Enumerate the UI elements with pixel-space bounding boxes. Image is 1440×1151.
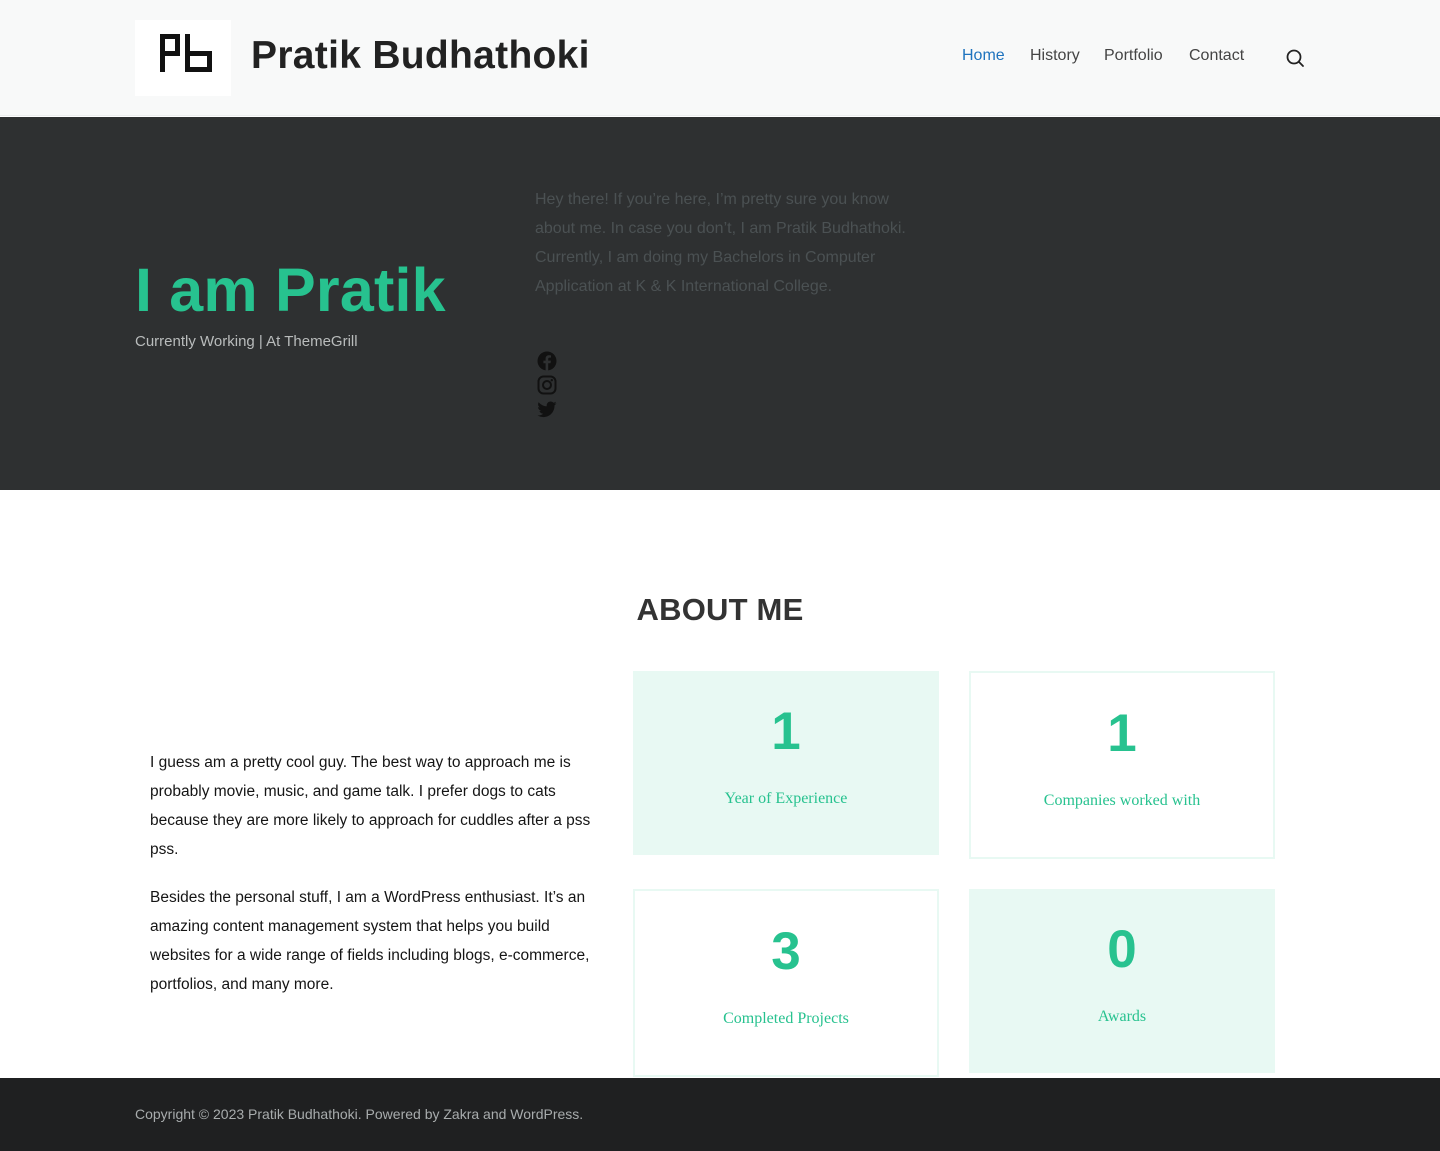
search-icon[interactable] — [1284, 47, 1306, 69]
about-paragraph-1: I guess am a pretty cool guy. The best w… — [150, 754, 591, 858]
nav-item-history[interactable]: History — [1030, 47, 1080, 65]
stat-number: 1 — [1107, 704, 1137, 763]
hero-subheading: Currently Working | At ThemeGrill — [135, 333, 358, 350]
nav-item-contact[interactable]: Contact — [1189, 47, 1244, 65]
stat-label: Awards — [1097, 1008, 1147, 1025]
stat-label: Year of Experience — [724, 790, 848, 807]
twitter-icon[interactable] — [536, 398, 558, 420]
logo-mark — [160, 34, 212, 72]
stat-card-experience: 1 Year of Experience — [633, 671, 939, 855]
stat-card-projects: 3 Completed Projects — [633, 889, 939, 1077]
hero-intro-text: Hey there! If you’re here, I’m pretty su… — [535, 191, 906, 295]
stat-card-companies: 1 Companies worked with — [969, 671, 1275, 859]
site-footer: Copyright © 2023 Pratik Budhathoki. Powe… — [0, 1078, 1440, 1151]
nav-item-home[interactable]: Home — [962, 47, 1005, 65]
footer-copyright: Copyright © 2023 Pratik Budhathoki. Powe… — [135, 1106, 584, 1122]
about-paragraph-2: Besides the personal stuff, I am a WordP… — [150, 889, 590, 993]
about-title: ABOUT ME — [636, 592, 804, 627]
stat-number: 0 — [1107, 920, 1137, 979]
stat-number: 3 — [771, 922, 801, 981]
hero-section: I am Pratik Currently Working | At Theme… — [0, 117, 1440, 490]
instagram-icon[interactable] — [536, 374, 558, 396]
site-header: Pratik Budhathoki Home History Portfolio… — [0, 0, 1440, 116]
stat-card-awards: 0 Awards — [969, 889, 1275, 1073]
hero-heading: I am Pratik — [135, 256, 446, 324]
stat-label: Completed Projects — [723, 1010, 849, 1027]
stat-label: Companies worked with — [1043, 792, 1201, 809]
nav-item-portfolio[interactable]: Portfolio — [1104, 47, 1163, 65]
site-title[interactable]: Pratik Budhathoki — [251, 34, 590, 78]
stat-number: 1 — [771, 702, 801, 761]
facebook-icon[interactable] — [536, 350, 558, 372]
site-logo[interactable] — [135, 20, 231, 96]
